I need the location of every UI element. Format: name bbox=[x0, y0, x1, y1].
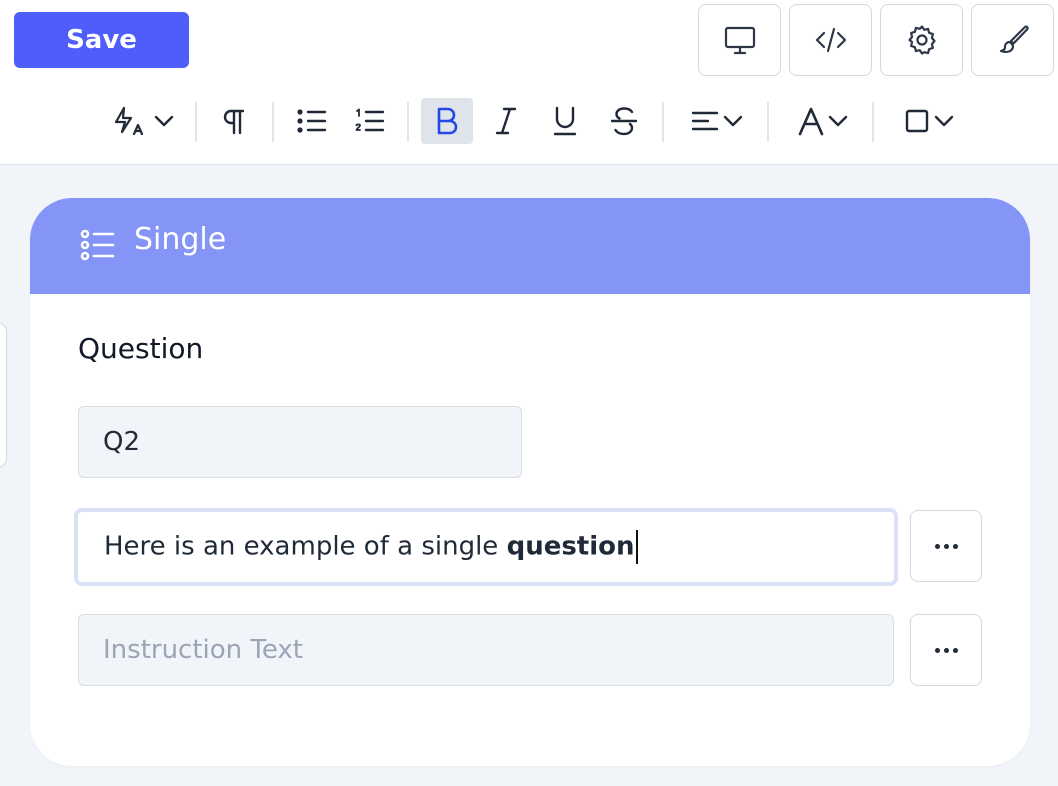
question-text-editor[interactable]: Here is an example of a single question bbox=[74, 508, 898, 586]
italic-icon bbox=[495, 107, 517, 135]
code-view-button[interactable] bbox=[789, 4, 872, 76]
instruction-more-button[interactable] bbox=[910, 614, 982, 686]
question-id-input[interactable]: Q2 bbox=[78, 406, 522, 478]
question-id-value: Q2 bbox=[103, 427, 141, 457]
paragraph-icon bbox=[223, 109, 245, 135]
bold-icon bbox=[437, 107, 458, 135]
border-icon bbox=[905, 109, 929, 133]
chevron-down-icon bbox=[934, 115, 954, 127]
text-caret bbox=[635, 530, 638, 564]
chevron-down-icon bbox=[154, 115, 174, 127]
theme-button[interactable] bbox=[971, 4, 1054, 76]
chevron-down-icon bbox=[828, 115, 848, 127]
top-toolbar: Save bbox=[0, 0, 1058, 165]
question-text-regular: Here is an example of a single bbox=[104, 531, 507, 562]
question-label: Question bbox=[78, 332, 204, 365]
font-color-icon bbox=[798, 107, 824, 136]
brush-icon bbox=[999, 25, 1029, 54]
underline-button[interactable] bbox=[543, 98, 587, 144]
list-icon bbox=[80, 229, 115, 261]
side-panel-tab[interactable] bbox=[0, 322, 7, 468]
save-button[interactable]: Save bbox=[14, 12, 189, 68]
more-icon bbox=[934, 543, 958, 549]
more-icon bbox=[934, 647, 958, 653]
border-dropdown[interactable] bbox=[894, 98, 964, 144]
bold-button[interactable] bbox=[421, 98, 473, 144]
preview-button[interactable] bbox=[698, 4, 781, 76]
paragraph-button[interactable] bbox=[212, 98, 256, 144]
settings-button[interactable] bbox=[880, 4, 963, 76]
font-color-dropdown[interactable] bbox=[788, 98, 858, 144]
question-more-button[interactable] bbox=[910, 510, 982, 582]
numbered-list-button[interactable] bbox=[348, 98, 392, 144]
text-style-icon bbox=[114, 106, 144, 136]
instruction-text-input[interactable]: Instruction Text bbox=[78, 614, 894, 686]
bulleted-list-button[interactable] bbox=[290, 98, 334, 144]
numbered-list-icon bbox=[355, 108, 385, 132]
align-dropdown[interactable] bbox=[682, 98, 752, 144]
card-header: Single bbox=[30, 198, 1030, 294]
chevron-down-icon bbox=[723, 115, 743, 127]
align-left-icon bbox=[691, 111, 719, 131]
monitor-icon bbox=[724, 26, 755, 55]
strikethrough-button[interactable] bbox=[602, 98, 646, 144]
strikethrough-icon bbox=[610, 107, 638, 136]
code-icon bbox=[815, 27, 846, 53]
question-text-bold: question bbox=[506, 531, 635, 562]
question-text: Here is an example of a single question bbox=[104, 530, 638, 564]
text-style-dropdown[interactable] bbox=[108, 98, 180, 144]
instruction-placeholder: Instruction Text bbox=[103, 635, 304, 665]
underline-icon bbox=[553, 106, 577, 136]
card-title: Single bbox=[134, 222, 227, 257]
question-card: Single Question Q2 Here is an example of… bbox=[30, 198, 1030, 766]
bulleted-list-icon bbox=[297, 109, 327, 133]
gear-icon bbox=[907, 25, 936, 55]
italic-button[interactable] bbox=[484, 98, 528, 144]
